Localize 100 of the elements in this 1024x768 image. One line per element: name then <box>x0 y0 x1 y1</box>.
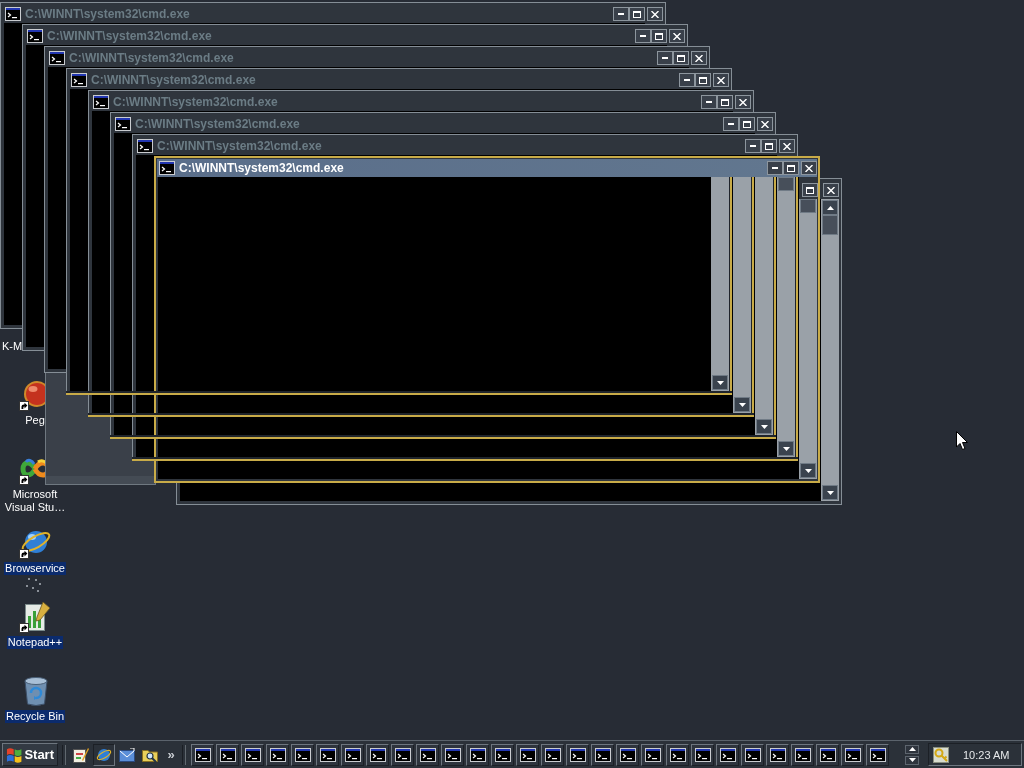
close-button[interactable] <box>823 183 839 197</box>
task-button[interactable] <box>416 743 439 766</box>
task-button[interactable] <box>391 743 414 766</box>
task-button[interactable] <box>591 743 614 766</box>
window-title: C:\WINNT\system32\cmd.exe <box>91 72 256 89</box>
minimize-button[interactable] <box>613 7 629 21</box>
maximize-button[interactable] <box>629 7 645 21</box>
console-icon <box>569 747 586 762</box>
notepad-icon[interactable] <box>19 601 51 633</box>
window-title: C:\WINNT\system32\cmd.exe <box>69 50 234 67</box>
console-icon <box>469 747 486 762</box>
maximize-button[interactable] <box>695 73 711 87</box>
minimize-icon <box>728 123 734 125</box>
scroll-up-button[interactable] <box>822 200 838 215</box>
icon-label[interactable]: Peg <box>24 414 46 427</box>
scrollbar[interactable] <box>755 177 773 435</box>
icon-label[interactable]: Recycle Bin <box>4 710 66 723</box>
minimize-button[interactable] <box>745 139 761 153</box>
console-icon <box>519 747 536 762</box>
task-button[interactable] <box>841 743 864 766</box>
up-button[interactable] <box>905 744 919 754</box>
task-button[interactable] <box>316 743 339 766</box>
console-icon <box>694 747 711 762</box>
minimize-button[interactable] <box>679 73 695 87</box>
minimize-button[interactable] <box>657 51 673 65</box>
maximize-button[interactable] <box>673 51 689 65</box>
scrollbar[interactable] <box>777 177 795 457</box>
start-button[interactable]: Start <box>2 743 58 766</box>
console-icon <box>294 747 311 762</box>
task-button[interactable] <box>716 743 739 766</box>
icon-label[interactable]: Browservice <box>4 562 66 575</box>
minimize-button[interactable] <box>635 29 651 43</box>
close-button[interactable] <box>779 139 795 153</box>
close-button[interactable] <box>669 29 685 43</box>
task-button[interactable] <box>666 743 689 766</box>
scroll-down-button[interactable] <box>712 375 728 390</box>
task-button[interactable] <box>741 743 764 766</box>
task-button[interactable] <box>766 743 789 766</box>
icon-label[interactable]: Microsoft Visual Stu… <box>1 488 69 514</box>
scroll-thumb[interactable] <box>800 199 816 213</box>
close-button[interactable] <box>691 51 707 65</box>
window-title: C:\WINNT\system32\cmd.exe <box>179 160 344 177</box>
maximize-button[interactable] <box>802 183 818 197</box>
task-button[interactable] <box>491 743 514 766</box>
window-title: C:\WINNT\system32\cmd.exe <box>135 116 300 133</box>
scrollbar[interactable] <box>821 199 839 501</box>
down-button[interactable] <box>905 755 919 765</box>
task-button[interactable] <box>641 743 664 766</box>
task-button[interactable] <box>266 743 289 766</box>
task-button[interactable] <box>691 743 714 766</box>
task-button[interactable] <box>366 743 389 766</box>
maximize-button[interactable] <box>717 95 733 109</box>
scrollbar[interactable] <box>733 177 751 413</box>
task-button[interactable] <box>541 743 564 766</box>
mouse-pointer-icon <box>956 431 968 450</box>
scroll-thumb[interactable] <box>778 177 794 191</box>
close-button[interactable] <box>735 95 751 109</box>
scroll-down-button[interactable] <box>800 463 816 478</box>
close-icon <box>761 120 769 128</box>
icon-label[interactable]: Notepad++ <box>6 636 64 649</box>
task-button[interactable] <box>191 743 214 766</box>
more-button[interactable]: » <box>165 744 177 765</box>
maximize-button[interactable] <box>651 29 667 43</box>
close-button[interactable] <box>801 161 817 175</box>
task-button[interactable] <box>791 743 814 766</box>
maximize-button[interactable] <box>761 139 777 153</box>
close-button[interactable] <box>757 117 773 131</box>
scroll-down-button[interactable] <box>778 441 794 456</box>
icon-label[interactable]: K-M <box>1 340 24 353</box>
scroll-down-button[interactable] <box>756 419 772 434</box>
minimize-button[interactable] <box>767 161 783 175</box>
task-button[interactable] <box>291 743 314 766</box>
close-button[interactable] <box>713 73 729 87</box>
envelope-icon <box>119 747 135 762</box>
close-icon <box>827 186 835 194</box>
console-icon <box>544 747 561 762</box>
task-button[interactable] <box>341 743 364 766</box>
task-button[interactable] <box>441 743 464 766</box>
scroll-down-button[interactable] <box>822 485 838 500</box>
quick-launch-button[interactable] <box>93 743 115 766</box>
minimize-button[interactable] <box>701 95 717 109</box>
task-button[interactable] <box>616 743 639 766</box>
scrollbar[interactable] <box>799 199 817 479</box>
close-icon <box>695 54 703 62</box>
key-icon[interactable] <box>933 746 949 763</box>
task-button[interactable] <box>516 743 539 766</box>
close-button[interactable] <box>647 7 663 21</box>
maximize-button[interactable] <box>783 161 799 175</box>
scroll-down-button[interactable] <box>734 397 750 412</box>
task-button[interactable] <box>866 743 889 766</box>
caret-down-icon <box>908 758 916 762</box>
maximize-button[interactable] <box>739 117 755 131</box>
task-button[interactable] <box>241 743 264 766</box>
task-button[interactable] <box>216 743 239 766</box>
scroll-thumb[interactable] <box>822 215 838 235</box>
task-button[interactable] <box>466 743 489 766</box>
task-button[interactable] <box>816 743 839 766</box>
minimize-button[interactable] <box>723 117 739 131</box>
task-button[interactable] <box>566 743 589 766</box>
scrollbar[interactable] <box>711 177 729 391</box>
